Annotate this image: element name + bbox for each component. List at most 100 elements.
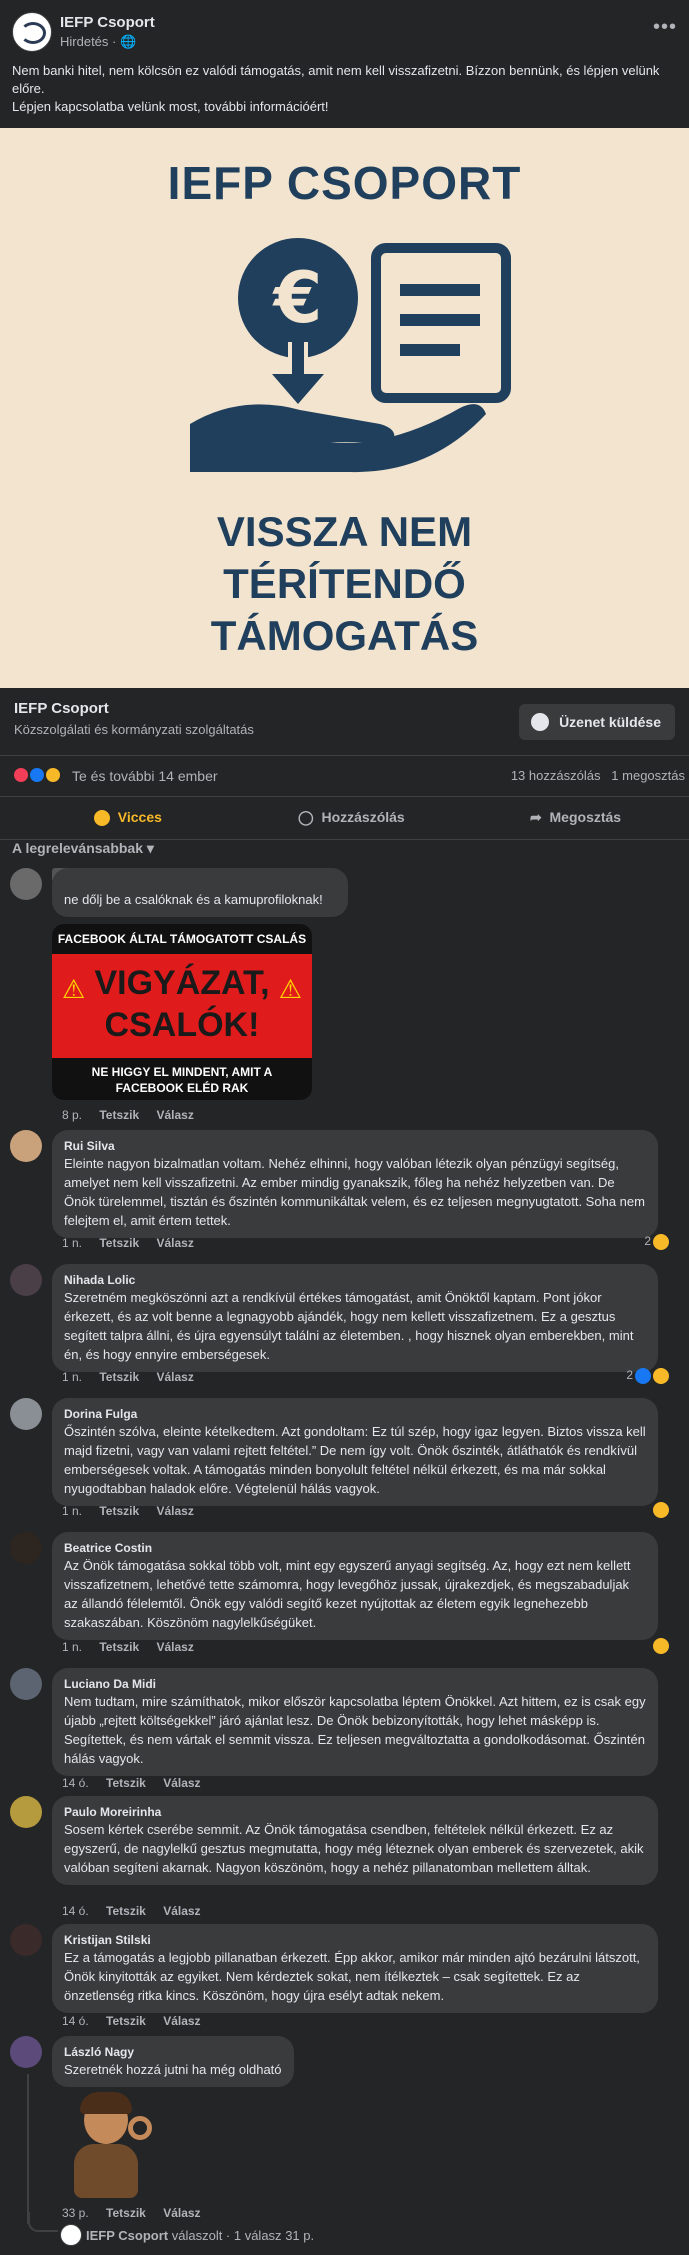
reply-link[interactable]: Válasz (163, 2206, 200, 2220)
haha-icon (653, 1368, 669, 1384)
more-options-button[interactable]: ••• (653, 16, 677, 39)
comment-count[interactable]: 13 hozzászólás (511, 768, 601, 783)
like-link[interactable]: Tetszik (106, 2206, 146, 2220)
cta-category: Közszolgálati és kormányzati szolgáltatá… (14, 722, 254, 737)
commenter-name[interactable]: Dorina Fulga (64, 1406, 646, 1422)
commenter-name[interactable]: Luciano Da Midi (64, 1676, 646, 1692)
comment-bubble: Luciano Da Midi Nem tudtam, mire számíth… (52, 1668, 658, 1776)
ad-title: IEFP CSOPORT (167, 157, 522, 209)
commenter-avatar[interactable] (10, 1668, 42, 1700)
like-link[interactable]: Tetszik (99, 1236, 139, 1250)
warning-line-1: VIGYÁZAT, (94, 964, 270, 1002)
engagement-counts: 13 hozzászólás 1 megosztás (511, 768, 685, 783)
haha-icon (94, 810, 110, 827)
reply-link[interactable]: Válasz (157, 1640, 194, 1654)
svg-text:€: € (272, 257, 323, 339)
commenter-avatar[interactable] (10, 1398, 42, 1430)
comment-text: ne dőlj be a csalóknak és a kamuprofilok… (64, 892, 323, 907)
comment-text: Sosem kértek cserébe semmit. Az Önök tám… (64, 1822, 644, 1875)
comment-meta: 1 n. Tetszik Válasz (62, 1640, 194, 1654)
comment-text: Nem tudtam, mire számíthatok, mikor elős… (64, 1694, 646, 1766)
commenter-avatar[interactable] (10, 868, 42, 900)
reaction-count[interactable] (651, 1638, 669, 1654)
warning-image[interactable]: FACEBOOK ÁLTAL TÁMOGATOTT CSALÁS VIGYÁZA… (52, 924, 312, 1100)
comment-sort-dropdown[interactable]: A legrelevánsabbak ▾ (12, 840, 154, 857)
ok-hand-sticker[interactable] (62, 2092, 162, 2202)
comment-bubble: Beatrice Costin Az Önök támogatása sokka… (52, 1532, 658, 1640)
reaction-count[interactable] (651, 1502, 669, 1518)
commenter-name[interactable]: Rui Silva (64, 1138, 646, 1154)
ad-line-1: VISSZA NEM (216, 508, 473, 555)
like-link[interactable]: Tetszik (106, 1776, 146, 1790)
comment-meta: 1 n. Tetszik Válasz (62, 1236, 194, 1250)
reply-link[interactable]: Válasz (163, 2014, 200, 2028)
warning-line-2: CSALÓK! (104, 1006, 260, 1044)
commenter-name[interactable]: Paulo Moreirinha (64, 1804, 646, 1820)
like-link[interactable]: Tetszik (99, 1108, 139, 1122)
cta-page-name[interactable]: IEFP Csoport (14, 700, 109, 717)
comment-meta: 14 ó. Tetszik Válasz (62, 2014, 201, 2028)
commenter-avatar[interactable] (10, 1924, 42, 1956)
commenter-avatar[interactable] (10, 1130, 42, 1162)
haha-icon (653, 1502, 669, 1518)
like-link[interactable]: Tetszik (106, 1904, 146, 1918)
reply-link[interactable]: Válasz (157, 1108, 194, 1122)
ad-line-2: TÉRÍTENDŐ (223, 560, 466, 607)
messenger-icon (531, 713, 550, 731)
comment-meta: 14 ó. Tetszik Válasz (62, 1904, 201, 1918)
reply-link[interactable]: Válasz (163, 1776, 200, 1790)
ad-image[interactable]: IEFP CSOPORT € VISSZA NEM TÉRÍTENDŐ TÁMO… (0, 128, 689, 688)
commenter-avatar[interactable] (10, 1796, 42, 1828)
send-message-button[interactable]: Üzenet küldése (519, 704, 675, 740)
chevron-down-icon: ▾ (146, 840, 154, 856)
comment-meta: 1 n. Tetszik Válasz (62, 1504, 194, 1518)
money-hand-icon: € (190, 238, 511, 473)
page-avatar[interactable] (12, 12, 52, 52)
reaction-count[interactable]: 2 (644, 1234, 669, 1250)
sponsored-label: Hirdetés · 🌐 (60, 34, 137, 49)
commenter-name[interactable]: Nihada Lolic (64, 1272, 646, 1288)
comment-text: Szeretném megköszönni azt a rendkívül ér… (64, 1290, 634, 1362)
comment-bubble: Dorina Fulga Őszintén szólva, eleinte ké… (52, 1398, 658, 1506)
haha-icon (653, 1638, 669, 1654)
comment-button[interactable]: ◯ Hozzászólás (298, 809, 405, 826)
like-link[interactable]: Tetszik (106, 2014, 146, 2028)
page-name[interactable]: IEFP Csoport (60, 14, 155, 31)
post-header: IEFP Csoport Hirdetés · 🌐 ••• Nem banki … (0, 0, 689, 128)
comment-meta: 14 ó. Tetszik Válasz (62, 1776, 201, 1790)
cta-bar: IEFP Csoport Közszolgálati és kormányzat… (0, 688, 689, 756)
like-link[interactable]: Tetszik (99, 1504, 139, 1518)
commenter-name[interactable]: Kristijan Stilski (64, 1932, 646, 1948)
like-icon (635, 1368, 651, 1384)
reply-avatar (60, 2224, 82, 2246)
comment-meta: 33 p. Tetszik Válasz (62, 2206, 201, 2220)
reply-link[interactable]: Válasz (157, 1504, 194, 1518)
reactions-bar: Te és további 14 ember 13 hozzászólás 1 … (0, 756, 689, 796)
view-replies-link[interactable]: IEFP Csoport válaszolt · 1 válasz 31 p. (86, 2228, 314, 2243)
comment-icon: ◯ (298, 809, 314, 825)
reply-link[interactable]: Válasz (157, 1236, 194, 1250)
comment-text: Ez a támogatás a legjobb pillanatban érk… (64, 1950, 640, 2003)
commenter-avatar[interactable] (10, 1264, 42, 1296)
reply-link[interactable]: Válasz (163, 1904, 200, 1918)
react-button[interactable]: Vicces (92, 809, 162, 827)
reactions-summary[interactable]: Te és további 14 ember (72, 768, 218, 784)
comment-bubble: Rui Silva Eleinte nagyon bizalmatlan vol… (52, 1130, 658, 1238)
commenter-name[interactable]: Beatrice Costin (64, 1540, 646, 1556)
reaction-count[interactable]: 2 (626, 1368, 669, 1384)
like-link[interactable]: Tetszik (99, 1640, 139, 1654)
reply-connector (28, 2212, 58, 2232)
warning-image-bottom: NE HIGGY EL MINDENT, AMIT A FACEBOOK ELÉ… (91, 1065, 273, 1095)
share-button[interactable]: ➦ Megosztás (530, 809, 621, 826)
ad-line-3: TÁMOGATÁS (210, 612, 479, 659)
commenter-name[interactable]: László Nagy (64, 2044, 282, 2060)
like-link[interactable]: Tetszik (99, 1370, 139, 1384)
commenter-avatar[interactable] (10, 2036, 42, 2068)
haha-icon (653, 1234, 669, 1250)
commenter-avatar[interactable] (10, 1532, 42, 1564)
warning-red-panel: VIGYÁZAT, CSALÓK! ⚠ ⚠ (52, 954, 312, 1058)
warning-image-top: FACEBOOK ÁLTAL TÁMOGATOTT CSALÁS (57, 932, 307, 946)
thread-line (27, 2074, 29, 2224)
reply-link[interactable]: Válasz (157, 1370, 194, 1384)
share-count[interactable]: 1 megosztás (611, 768, 685, 783)
